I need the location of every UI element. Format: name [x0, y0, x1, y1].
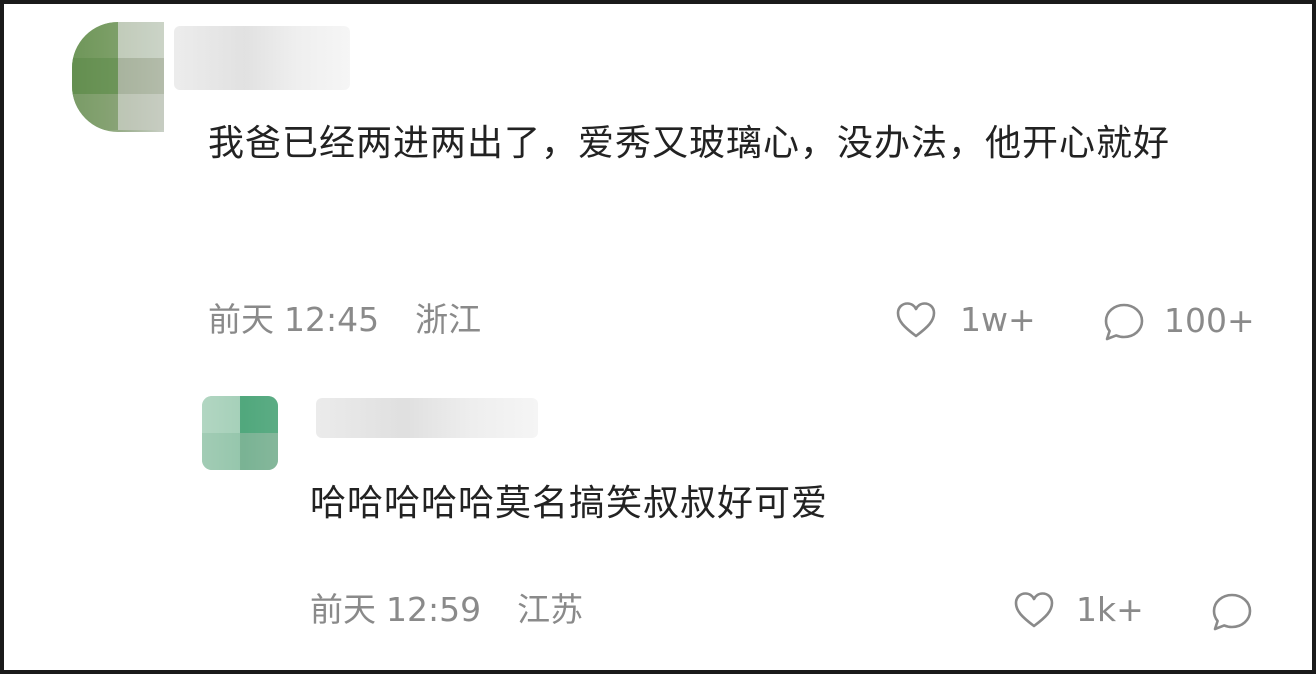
reply-location: 江苏: [517, 590, 584, 629]
reply-time: 12:59: [386, 590, 482, 629]
reply-username-blurred[interactable]: [316, 398, 538, 438]
reply-count: 100+: [1164, 301, 1255, 340]
reply-text: 哈哈哈哈哈莫名搞笑叔叔好可爱: [310, 483, 829, 524]
screenshot-frame: 我爸已经两进两出了，爱秀又玻璃心，没办法，他开心就好 前天 12:45 浙江 1w+…: [0, 0, 1316, 674]
reply-date: 前天: [310, 590, 376, 629]
comment-meta: 前天 12:45 浙江: [208, 300, 493, 340]
comment-date: 前天: [208, 300, 274, 339]
heart-outline-icon: [1014, 592, 1054, 628]
heart-outline-icon: [896, 302, 936, 338]
comment-location: 浙江: [415, 300, 482, 339]
reply-like-count: 1k+: [1076, 590, 1144, 629]
username-blurred[interactable]: [174, 26, 350, 90]
comment-time: 12:45: [284, 300, 380, 339]
reply-button[interactable]: 100+: [1102, 300, 1255, 342]
reply-avatar[interactable]: [202, 396, 278, 470]
comment-text: 我爸已经两进两出了，爱秀又玻璃心，没办法，他开心就好: [208, 123, 1171, 164]
speech-bubble-icon: [1212, 593, 1252, 631]
reply-like-button[interactable]: 1k+: [1012, 590, 1144, 630]
speech-bubble-icon: [1104, 303, 1144, 341]
reply-reply-button[interactable]: [1210, 590, 1254, 632]
like-button[interactable]: 1w+: [894, 300, 1036, 340]
reply-meta: 前天 12:59 江苏: [310, 590, 595, 630]
avatar[interactable]: [72, 22, 164, 132]
like-count: 1w+: [960, 300, 1036, 339]
